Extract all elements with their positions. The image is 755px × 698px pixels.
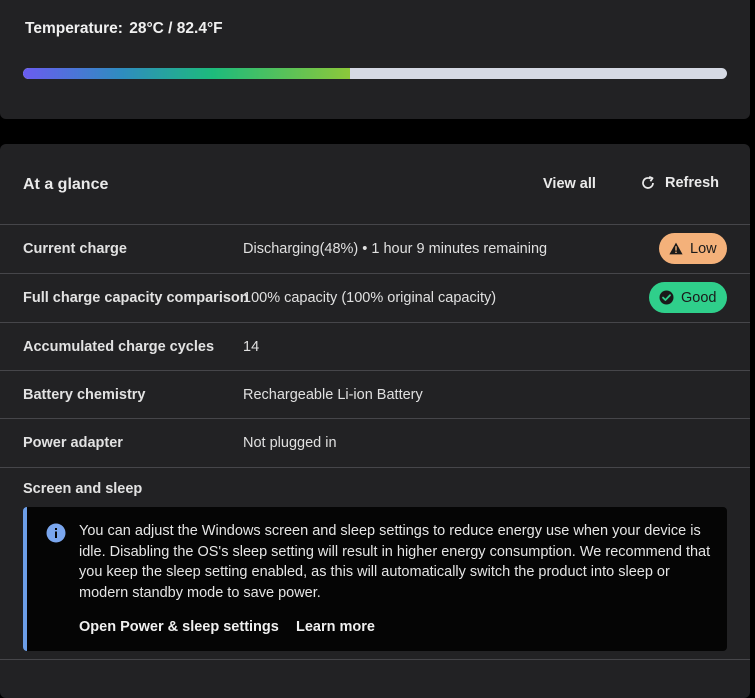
open-power-sleep-settings-link[interactable]: Open Power & sleep settings xyxy=(79,619,279,635)
learn-more-link[interactable]: Learn more xyxy=(296,619,375,635)
check-circle-icon xyxy=(659,290,674,305)
info-icon xyxy=(46,523,66,543)
refresh-icon xyxy=(642,176,654,189)
divider xyxy=(0,659,750,660)
refresh-button[interactable]: Refresh xyxy=(640,175,719,191)
temperature-card: Temperature: 28°C / 82.4°F xyxy=(0,0,750,119)
row-key: Power adapter xyxy=(23,435,123,451)
row-value: Rechargeable Li-ion Battery xyxy=(243,387,423,403)
view-all-button[interactable]: View all xyxy=(543,176,596,192)
row-screen-sleep: Screen and sleep xyxy=(0,467,750,508)
temperature-value: 28°C / 82.4°F xyxy=(129,20,223,37)
badge-label: Low xyxy=(690,240,717,257)
temperature-label-text: Temperature: xyxy=(25,20,123,37)
row-value: 100% capacity (100% original capacity) xyxy=(243,290,497,306)
section-title: At a glance xyxy=(23,176,109,193)
row-power-adapter: Power adapter Not plugged in xyxy=(0,418,750,467)
refresh-label: Refresh xyxy=(665,175,719,191)
info-message: You can adjust the Windows screen and sl… xyxy=(79,523,711,601)
row-value: Not plugged in xyxy=(243,435,337,451)
temperature-bar-fill xyxy=(23,68,351,79)
temperature-label: Temperature: 28°C / 82.4°F xyxy=(23,20,223,38)
status-badge-good: Good xyxy=(649,282,727,313)
screen-sleep-title: Screen and sleep xyxy=(23,481,143,497)
row-key: Battery chemistry xyxy=(23,387,146,403)
row-key: Current charge xyxy=(23,241,127,257)
row-current-charge: Current charge Discharging(48%) • 1 hour… xyxy=(0,224,750,273)
row-key: Full charge capacity comparison xyxy=(23,290,249,306)
row-full-charge-capacity: Full charge capacity comparison 100% cap… xyxy=(0,273,750,322)
row-battery-chemistry: Battery chemistry Rechargeable Li-ion Ba… xyxy=(0,370,750,419)
status-badge-low: Low xyxy=(659,233,727,264)
info-box: You can adjust the Windows screen and sl… xyxy=(23,507,727,651)
temperature-bar xyxy=(23,68,727,79)
warning-icon xyxy=(669,242,683,255)
row-key: Accumulated charge cycles xyxy=(23,339,215,355)
row-value: Discharging(48%) • 1 hour 9 minutes rema… xyxy=(243,241,548,257)
at-a-glance-card: At a glance View all Refresh Current cha… xyxy=(0,144,750,698)
row-charge-cycles: Accumulated charge cycles 14 xyxy=(0,322,750,371)
badge-label: Good xyxy=(681,289,717,306)
row-value: 14 xyxy=(243,339,260,355)
